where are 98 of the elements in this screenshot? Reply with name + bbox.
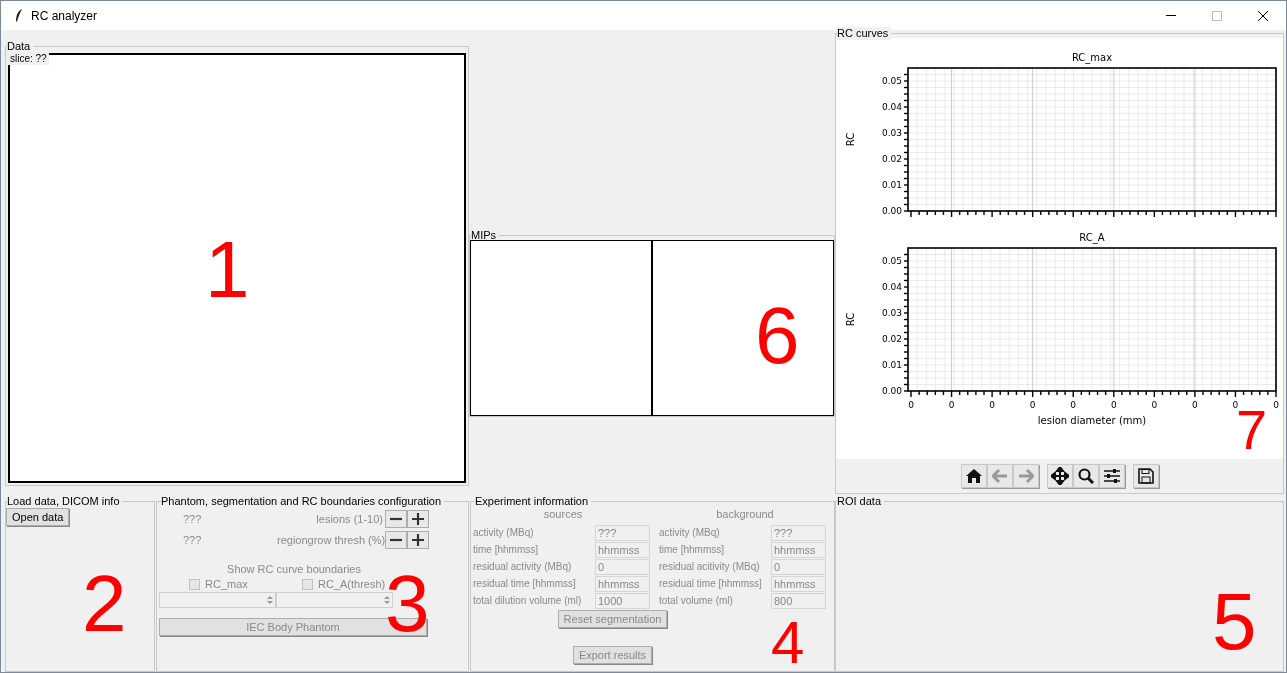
toolbar-button[interactable] xyxy=(1098,464,1125,488)
section-heading: Show RC curve boundaries xyxy=(226,563,362,575)
spinner-label: lesions (1-10) xyxy=(315,512,383,525)
input-field[interactable]: hhmmss xyxy=(595,575,650,592)
column-heading: background xyxy=(715,508,775,522)
field-label: total dilution volume (ml) xyxy=(473,595,583,606)
panel-title: RC curves xyxy=(837,27,892,40)
y-tick-label: 0.05 xyxy=(881,76,902,86)
reset-button[interactable]: Reset segmentation xyxy=(557,610,668,628)
minimize-icon xyxy=(1166,15,1176,16)
y-tick-label: 0.04 xyxy=(881,282,902,292)
decrement-button[interactable] xyxy=(385,530,407,549)
panel-title: Load data, DICOM info xyxy=(7,495,123,508)
panel-title: Phantom, segmentation and RC boundaries configuration xyxy=(161,495,445,508)
field-label: activity (MBq) xyxy=(473,527,535,538)
search-icon xyxy=(1077,468,1094,484)
y-tick-label: 0.01 xyxy=(881,360,902,370)
input-field[interactable]: 0 xyxy=(595,558,650,575)
input-field[interactable]: ??? xyxy=(595,524,650,541)
x-tick-label: 0 xyxy=(1029,400,1036,410)
field-label: total volume (ml) xyxy=(659,595,734,606)
y-tick-label: 0.00 xyxy=(881,206,902,216)
input-field[interactable]: 1000 xyxy=(595,592,650,609)
x-tick-label: 0 xyxy=(1110,400,1117,410)
input-field[interactable]: hhmmss xyxy=(771,575,826,592)
y-tick-label: 0.02 xyxy=(881,154,902,164)
plus-icon xyxy=(411,532,425,547)
x-tick-label: 0 xyxy=(1191,400,1198,410)
field-label: residual acitivity (MBq) xyxy=(659,561,761,572)
y-axis-label: RC xyxy=(844,312,856,327)
move-icon xyxy=(1050,467,1069,485)
input-field[interactable]: ??? xyxy=(771,524,826,541)
y-axis-label: RC xyxy=(844,132,856,147)
y-tick-label: 0.02 xyxy=(881,334,902,344)
feather-icon xyxy=(15,9,23,22)
spinner-value: ??? xyxy=(182,512,203,525)
checkbox[interactable] xyxy=(189,578,200,590)
input-field[interactable]: 800 xyxy=(771,592,826,609)
field-label: time [hhmmss] xyxy=(659,544,725,555)
spinner-value: ??? xyxy=(182,533,203,546)
y-tick-label: 0.00 xyxy=(881,386,902,396)
checkbox[interactable] xyxy=(302,578,313,590)
toolbar-button[interactable] xyxy=(960,464,987,488)
x-tick-label: 0 xyxy=(1232,400,1238,410)
x-tick-label: 0 xyxy=(1069,400,1076,410)
close-icon xyxy=(1258,10,1268,21)
x-tick-label: 0 xyxy=(1272,400,1279,410)
open-data-button[interactable]: Open data xyxy=(6,508,70,526)
x-tick-label: 0 xyxy=(988,400,995,410)
y-tick-label: 0.03 xyxy=(881,308,902,318)
toolbar-button[interactable] xyxy=(1072,464,1099,488)
plus-icon xyxy=(411,511,425,526)
field-label: residual time [hhmmss] xyxy=(473,578,577,589)
sliders-icon xyxy=(1103,469,1120,483)
minus-icon xyxy=(389,516,403,521)
x-tick-label: 0 xyxy=(948,400,954,410)
toolbar-button[interactable] xyxy=(1046,464,1073,488)
left-arrow-icon xyxy=(991,469,1008,483)
window-title: RC analyzer xyxy=(31,8,99,23)
toolbar-button[interactable] xyxy=(1132,464,1159,488)
export-button[interactable]: Export results xyxy=(572,646,653,664)
column-heading: sources xyxy=(542,508,584,522)
field-label: residual time [hhmmss] xyxy=(659,578,763,589)
maximize-icon xyxy=(1212,10,1222,21)
save-icon xyxy=(1137,468,1154,484)
increment-button[interactable] xyxy=(407,509,429,528)
increment-button[interactable] xyxy=(407,530,429,549)
annotation-number: 5 xyxy=(1212,582,1257,662)
slice-label: slice: ?? xyxy=(8,52,49,65)
annotation-number: 2 xyxy=(82,564,127,644)
panel-title: Experiment information xyxy=(475,495,592,508)
panel-title: ROI data xyxy=(837,495,885,508)
field-label: residual activity (MBq) xyxy=(473,561,573,572)
input-field[interactable]: hhmmss xyxy=(771,541,826,558)
field-label: activity (MBq) xyxy=(659,527,721,538)
x-axis-label: lesion diameter (mm) xyxy=(1037,415,1146,426)
input-field[interactable]: 0 xyxy=(771,558,826,575)
checkbox-label: RC_max xyxy=(205,578,248,590)
decrement-button[interactable] xyxy=(385,509,407,528)
right-arrow-icon xyxy=(1017,469,1034,483)
checkbox-label: RC_A(thresh) xyxy=(318,578,386,590)
field-label: time [hhmmss] xyxy=(473,544,539,555)
chart-title: RC_A xyxy=(1078,232,1105,243)
annotation-number: 6 xyxy=(755,295,800,376)
input-field[interactable]: hhmmss xyxy=(595,541,650,558)
y-tick-label: 0.04 xyxy=(881,102,902,112)
spinner-label: regiongrow thresh (%) xyxy=(277,533,383,546)
minus-icon xyxy=(389,537,403,542)
x-tick-label: 0 xyxy=(1150,400,1157,410)
chart-title: RC_max xyxy=(1071,52,1112,63)
y-tick-label: 0.03 xyxy=(881,128,902,138)
x-tick-label: 0 xyxy=(907,400,914,410)
y-tick-label: 0.05 xyxy=(881,256,902,266)
annotation-number: 7 xyxy=(1236,409,1268,451)
annotation-number: 1 xyxy=(205,230,250,310)
annotation-number: 4 xyxy=(771,620,805,665)
home-icon xyxy=(965,469,982,483)
y-tick-label: 0.01 xyxy=(881,180,902,190)
